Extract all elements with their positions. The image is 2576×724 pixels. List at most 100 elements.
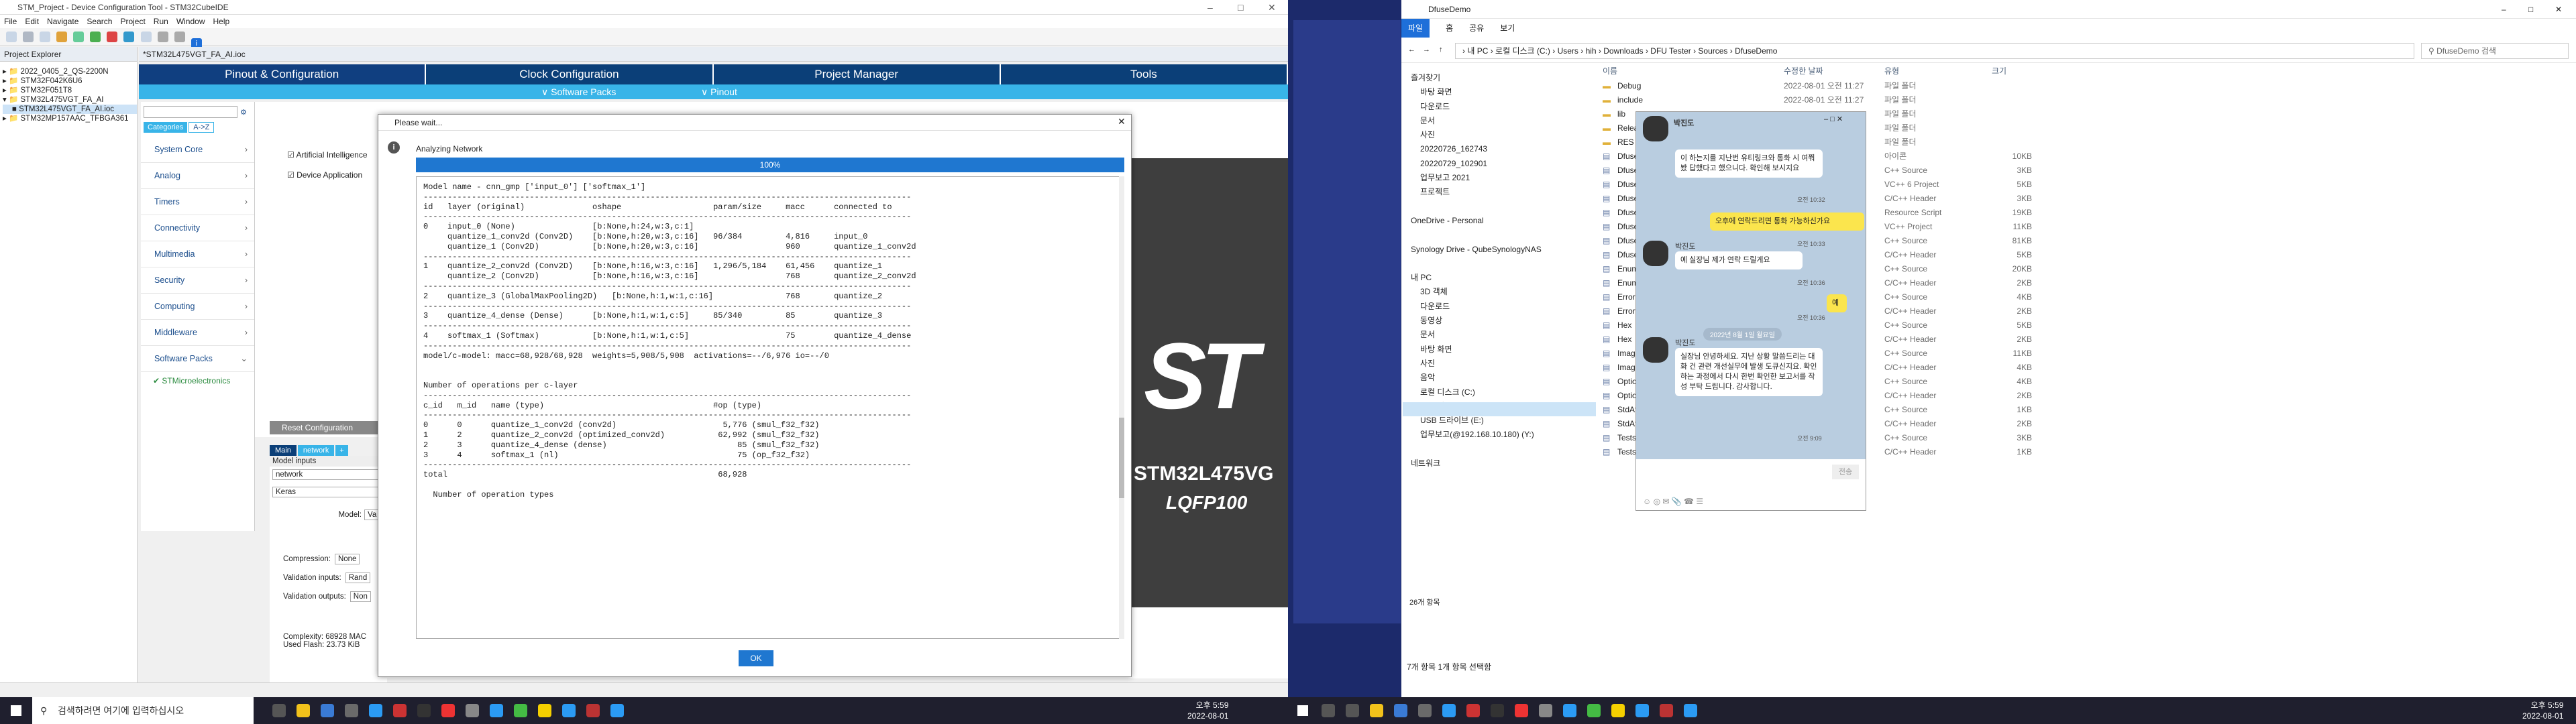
device-config-icon[interactable] — [123, 32, 135, 42]
app-icon[interactable] — [417, 704, 431, 717]
nav-item[interactable]: 다운로드 — [1401, 300, 1596, 314]
windows-start-icon[interactable] — [11, 705, 21, 716]
nav-item[interactable]: 동영상 — [1401, 314, 1596, 328]
tab-clock-config[interactable]: Clock Configuration — [426, 64, 714, 84]
task-view-icon[interactable] — [272, 704, 286, 717]
pinout-menu[interactable]: ∨ Pinout — [701, 84, 737, 99]
app-icon[interactable] — [1466, 704, 1480, 717]
ok-button[interactable]: OK — [739, 650, 773, 666]
categories-button[interactable]: Categories — [144, 122, 188, 133]
compression-select[interactable]: None — [334, 554, 360, 564]
app-icon[interactable] — [562, 704, 576, 717]
col-date[interactable]: 수정한 날짜 — [1784, 64, 1823, 78]
device-app-checkbox[interactable]: ☑ Device Application — [287, 165, 382, 185]
nav-item[interactable]: 내 PC — [1401, 271, 1596, 285]
back-icon[interactable]: ← — [1408, 46, 1415, 54]
category-multimedia[interactable]: Multimedia › — [141, 241, 254, 267]
software-packs-menu[interactable]: ∨ Software Packs — [541, 84, 616, 99]
category-computing[interactable]: Computing › — [141, 294, 254, 320]
category-software-packs[interactable]: Software Packs ⌄ — [141, 346, 254, 372]
cubeide-icon[interactable] — [610, 704, 624, 717]
save-icon[interactable] — [23, 32, 34, 42]
editor-tab[interactable]: *STM32L475VGT_FA_AI.ioc — [139, 47, 1288, 62]
menu-help[interactable]: Help — [213, 15, 230, 28]
nav-item[interactable]: 문서 — [1401, 328, 1596, 342]
app-icon[interactable] — [466, 704, 479, 717]
minimize-icon[interactable]: – — [2502, 0, 2506, 19]
nav-item[interactable]: 프로젝트 — [1401, 185, 1596, 199]
nav-item[interactable]: 사진 — [1401, 357, 1596, 371]
nav-item[interactable]: 네트워크 — [1401, 457, 1596, 471]
debug-icon[interactable] — [73, 32, 85, 42]
network-name-field[interactable]: network — [272, 469, 384, 480]
kakaotalk-icon[interactable] — [1611, 704, 1625, 717]
search-icon[interactable] — [1322, 704, 1335, 717]
tab-network[interactable]: network — [297, 445, 335, 456]
menu-run[interactable]: Run — [154, 15, 168, 28]
up-icon[interactable]: ↑ — [1439, 46, 1443, 54]
tab-tools[interactable]: Tools — [1001, 64, 1288, 84]
app-icon[interactable] — [1563, 704, 1576, 717]
windows-start-icon[interactable] — [1297, 705, 1308, 716]
category-timers[interactable]: Timers › — [141, 189, 254, 215]
console-scrollbar[interactable] — [1119, 176, 1124, 639]
browser-icon[interactable] — [1442, 704, 1456, 717]
task-view-icon[interactable] — [1346, 704, 1359, 717]
val-outputs-select[interactable]: Non — [350, 591, 371, 602]
nav-item[interactable]: 업무보고(@192.168.10.180) (Y:) — [1401, 428, 1596, 442]
cubeide-icon[interactable] — [1684, 704, 1697, 717]
app-icon[interactable] — [1587, 704, 1601, 717]
settings-icon[interactable] — [321, 704, 334, 717]
nav-item[interactable]: 문서 — [1401, 114, 1596, 128]
back-icon[interactable] — [157, 32, 168, 42]
app-icon[interactable] — [441, 704, 455, 717]
menu-project[interactable]: Project — [120, 15, 145, 28]
app-icon[interactable] — [514, 704, 527, 717]
close-icon[interactable]: ✕ — [1268, 0, 1276, 15]
forward-icon[interactable] — [174, 32, 185, 42]
avatar[interactable] — [1643, 337, 1668, 363]
build-icon[interactable] — [56, 32, 68, 42]
nav-item[interactable]: 20220729_102901 — [1401, 157, 1596, 171]
menu-navigate[interactable]: Navigate — [47, 15, 78, 28]
nav-item[interactable]: 바탕 화면 — [1401, 343, 1596, 357]
ribbon-share[interactable]: 공유 — [1469, 19, 1484, 38]
tree-item[interactable]: ▸ 📁 STM32MP157AAC_TFBGA361 — [3, 114, 137, 123]
tab-project-manager[interactable]: Project Manager — [714, 64, 1001, 84]
app-icon[interactable] — [586, 704, 600, 717]
browser-icon[interactable] — [369, 704, 382, 717]
taskbar-clock[interactable]: 오후 5:59 2022-08-01 — [1187, 700, 1228, 721]
stop-icon[interactable] — [107, 32, 118, 42]
menu-file[interactable]: File — [4, 15, 17, 28]
val-inputs-select[interactable]: Rand — [345, 572, 371, 583]
run-icon[interactable] — [90, 32, 101, 42]
tree-item[interactable]: ▾ 📁 STM32L475VGT_FA_AI — [3, 95, 137, 105]
minimize-icon[interactable]: – — [1208, 0, 1213, 15]
menu-search[interactable]: Search — [87, 15, 112, 28]
tab-main[interactable]: Main — [270, 445, 297, 456]
maximize-icon[interactable]: □ — [2528, 0, 2533, 19]
tree-item[interactable]: ▸ 📁 STM32F051T8 — [3, 86, 137, 95]
menu-window[interactable]: Window — [176, 15, 205, 28]
nav-item[interactable]: 업무보고 2021 — [1401, 171, 1596, 185]
category-system-core[interactable]: System Core › — [141, 137, 254, 163]
forward-icon[interactable]: → — [1423, 46, 1430, 54]
avatar[interactable] — [1643, 241, 1668, 266]
category-security[interactable]: Security › — [141, 267, 254, 294]
chat-input-area[interactable]: 전송 ☺ ◎ ✉ 📎 ☎ ☰ — [1636, 459, 1866, 510]
menu-edit[interactable]: Edit — [25, 15, 39, 28]
file-row[interactable]: ▬ Debug 2022-08-01 오전 11:27 파일 폴더 — [1603, 79, 2206, 93]
app-icon[interactable] — [1635, 704, 1649, 717]
nav-item[interactable]: 3D 객체 — [1401, 285, 1596, 299]
search-input[interactable]: ⚲ DfuseDemo 검색 — [2421, 43, 2569, 59]
st-pack-item[interactable]: ✔ STMicroelectronics — [141, 372, 254, 389]
tree-item[interactable]: ▸ 📁 STM32F042K6U6 — [3, 76, 137, 86]
nav-item[interactable]: 로컬 디스크 (C:) — [1401, 385, 1596, 400]
app-icon[interactable] — [1418, 704, 1432, 717]
framework-select[interactable]: Keras — [272, 487, 384, 497]
their-message[interactable]: 실장님 안녕하세요. 지난 상황 말씀드리는 대화 건 관련 개선실무에 발생 … — [1675, 348, 1823, 396]
nav-item[interactable]: Synology Drive - QubeSynologyNAS — [1401, 243, 1596, 257]
their-message[interactable]: 이 하는지를 지난번 유티링크와 통화 시 여쭤봤 답했다고 했으니다. 확인해… — [1675, 149, 1823, 178]
settings-icon[interactable] — [1394, 704, 1407, 717]
save-all-icon[interactable] — [40, 32, 51, 42]
